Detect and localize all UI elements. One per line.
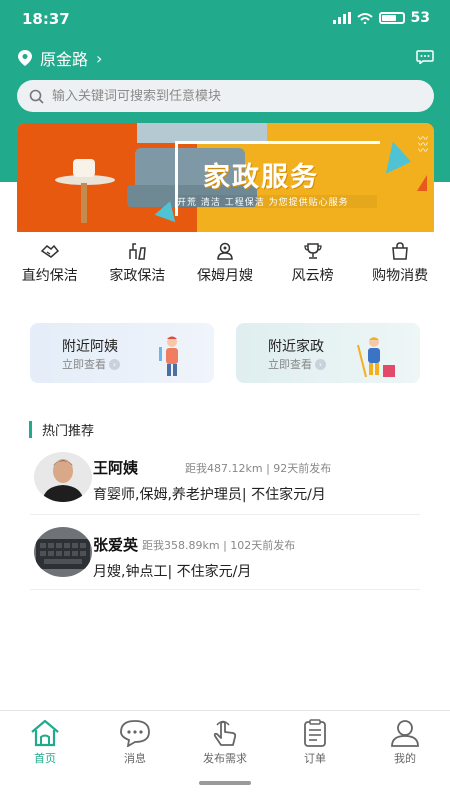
- list-item[interactable]: 张爱英 距我358.89km | 102天前发布 月嫂,钟点工| 不住家元/月: [30, 527, 420, 590]
- banner-wall: [137, 123, 267, 143]
- home-icon: [31, 719, 59, 747]
- search-bar[interactable]: [17, 80, 434, 112]
- home-indicator[interactable]: [199, 781, 251, 785]
- category-item[interactable]: 购物消费: [360, 242, 440, 285]
- category-item[interactable]: 风云榜: [273, 242, 353, 285]
- nanny-icon: [217, 242, 233, 260]
- card-title: 附近阿姨: [62, 339, 118, 355]
- chat-icon: [120, 720, 150, 747]
- status-icons: 53: [332, 10, 430, 26]
- person-meta: 距我487.12km | 92天前发布: [185, 462, 332, 475]
- tab-label: 订单: [304, 752, 326, 765]
- tab-profile[interactable]: 我的: [370, 719, 440, 766]
- person-name: 王阿姨: [93, 459, 139, 477]
- tab-post-request[interactable]: 发布需求: [190, 719, 260, 766]
- location-selector[interactable]: 原金路 ›: [18, 46, 102, 70]
- card-title: 附近家政: [268, 339, 324, 355]
- search-input[interactable]: [52, 88, 412, 104]
- shopping-bag-icon: [392, 242, 408, 260]
- tab-label: 发布需求: [203, 752, 247, 765]
- banner-decoration: [374, 138, 412, 174]
- card-link-text: 立即查看: [268, 358, 312, 371]
- tab-messages[interactable]: 消息: [100, 719, 170, 766]
- avatar: [34, 527, 92, 577]
- status-time: 18:37: [22, 10, 70, 28]
- avatar: [34, 452, 92, 502]
- category-label: 保姆月嫂: [196, 268, 253, 284]
- section-title-text: 热门推荐: [42, 424, 95, 439]
- category-item[interactable]: 直约保洁: [10, 242, 90, 285]
- arrow-right-icon: ›: [315, 358, 326, 370]
- section-accent-bar: [29, 421, 32, 438]
- location-pin-icon: [18, 50, 32, 66]
- list-item[interactable]: 王阿姨 距我487.12km | 92天前发布 育婴师,保姆,养老护理员| 不住…: [30, 452, 420, 515]
- card-link-text: 立即查看: [62, 358, 106, 371]
- card-link[interactable]: 立即查看 ›: [62, 356, 120, 372]
- battery-level: 53: [410, 10, 430, 26]
- tab-label: 首页: [34, 752, 56, 765]
- profile-icon: [391, 720, 419, 747]
- person-meta: 距我358.89km | 102天前发布: [142, 539, 296, 552]
- signal-icon: [332, 12, 351, 24]
- person-tags: 育婴师,保姆,养老护理员| 不住家元/月: [93, 487, 326, 503]
- auntie-illustration: [159, 336, 178, 376]
- nearby-housekeeping-card[interactable]: 附近家政 立即查看 ›: [236, 323, 420, 383]
- banner-table-leg: [81, 183, 87, 223]
- arrow-right-icon: ›: [109, 358, 120, 370]
- category-grid: 直约保洁 家政保洁 保姆月嫂 风云榜 购物消费: [0, 242, 450, 285]
- location-label: 原金路: [40, 50, 89, 69]
- tap-hand-icon: [213, 720, 237, 746]
- category-label: 家政保洁: [109, 268, 166, 284]
- banner-lamp: [73, 159, 95, 177]
- banner-waves: 〰〰〰: [418, 134, 428, 157]
- category-label: 购物消费: [372, 268, 429, 284]
- status-bar: 18:37 53: [0, 0, 450, 36]
- tab-home[interactable]: 首页: [10, 719, 80, 766]
- clipboard-icon: [304, 719, 326, 747]
- banner-decoration: [417, 175, 427, 191]
- cleaner-illustration: [357, 337, 395, 378]
- battery-icon: [378, 12, 405, 24]
- chevron-right-icon: ›: [96, 48, 103, 68]
- trophy-icon: [303, 243, 322, 259]
- tab-label: 消息: [124, 752, 146, 765]
- person-tags: 月嫂,钟点工| 不住家元/月: [93, 564, 252, 580]
- person-name: 张爱英: [93, 536, 139, 554]
- bottom-tab-bar: 首页 消息 发布需求 订单 我的: [0, 710, 450, 800]
- tab-orders[interactable]: 订单: [280, 719, 350, 766]
- tab-label: 我的: [394, 752, 416, 765]
- promo-banner[interactable]: 家政服务 开荒 清洁 工程保洁 为您提供贴心服务 〰〰〰: [17, 123, 434, 238]
- handshake-icon: [40, 244, 59, 258]
- section-title: 热门推荐: [29, 420, 94, 439]
- search-icon: [29, 89, 44, 104]
- category-item[interactable]: 家政保洁: [97, 242, 177, 285]
- category-label: 风云榜: [291, 268, 334, 284]
- message-icon[interactable]: [416, 50, 434, 64]
- category-item[interactable]: 保姆月嫂: [185, 242, 265, 285]
- banner-title: 家政服务: [203, 162, 319, 193]
- nearby-aunties-card[interactable]: 附近阿姨 立即查看 ›: [30, 323, 214, 383]
- category-label: 直约保洁: [21, 268, 78, 284]
- banner-subtitle: 开荒 清洁 工程保洁 为您提供贴心服务: [177, 195, 377, 208]
- cleaning-icon: [129, 243, 147, 260]
- card-link[interactable]: 立即查看 ›: [268, 356, 326, 372]
- wifi-icon: [356, 13, 373, 24]
